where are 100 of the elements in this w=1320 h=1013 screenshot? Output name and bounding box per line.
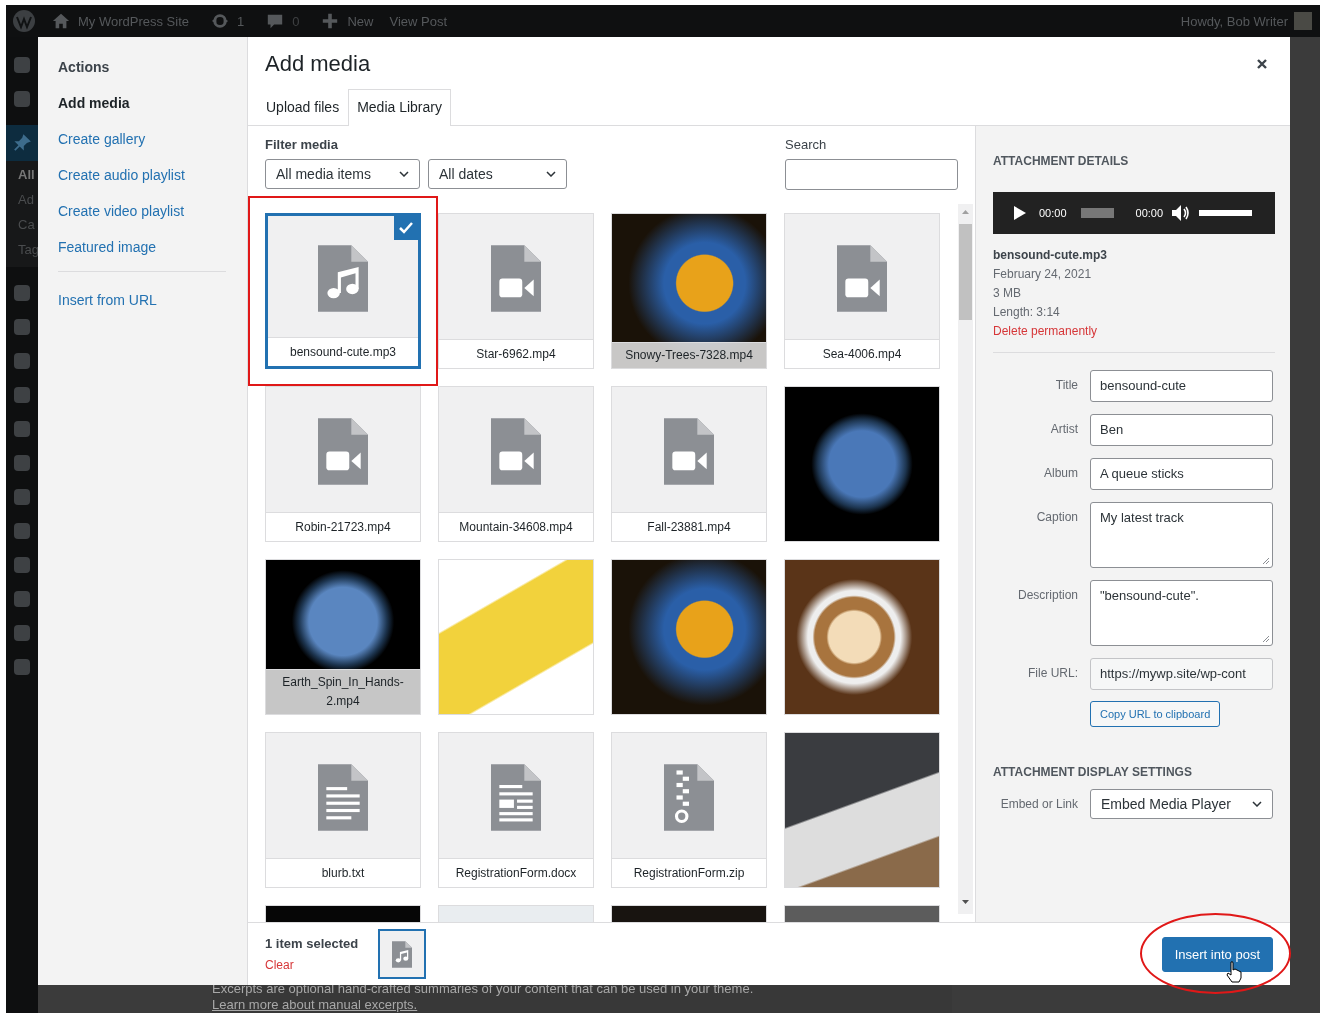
- media-type-select[interactable]: All media items: [265, 159, 420, 189]
- text-field[interactable]: bensound-cute: [1090, 370, 1273, 402]
- text-area[interactable]: "bensound-cute".: [1090, 580, 1273, 646]
- submenu-item[interactable]: All: [18, 167, 38, 182]
- media-tile[interactable]: Snowy-Trees-7328.mp4: [611, 213, 767, 369]
- date-select[interactable]: All dates: [428, 159, 567, 189]
- selection-count: 1 item selected: [265, 936, 359, 951]
- square-icon[interactable]: [14, 523, 30, 539]
- square-icon[interactable]: [14, 489, 30, 505]
- media-tile[interactable]: RegistrationForm.zip: [611, 732, 767, 888]
- audio-file-icon: [318, 245, 368, 312]
- learn-more-link[interactable]: Learn more about manual excerpts.: [212, 997, 418, 1012]
- media-tile[interactable]: blurb.txt: [265, 732, 421, 888]
- media-tile[interactable]: [784, 559, 940, 715]
- duration-time: 00:00: [1135, 207, 1164, 219]
- seek-bar[interactable]: [1080, 208, 1114, 218]
- file-name-caption: RegistrationForm.zip: [612, 858, 766, 887]
- close-icon[interactable]: [1256, 58, 1268, 70]
- embed-select[interactable]: Embed Media Player: [1090, 789, 1273, 819]
- media-tile[interactable]: Robin-21723.mp4: [265, 386, 421, 542]
- play-icon[interactable]: [1013, 205, 1027, 221]
- square-icon[interactable]: [14, 57, 30, 73]
- current-time: 00:00: [1039, 207, 1067, 219]
- insert-button[interactable]: Insert into post: [1161, 936, 1273, 972]
- file-length: Length: 3:14: [993, 304, 1060, 321]
- video-file-icon: [491, 245, 541, 312]
- video-file-icon: [318, 418, 368, 485]
- menu-item[interactable]: Add media: [58, 93, 130, 129]
- file-size: 3 MB: [993, 285, 1021, 302]
- chevron-icon: [1252, 801, 1262, 807]
- section-heading: ATTACHMENT DISPLAY SETTINGS: [993, 765, 1192, 779]
- file-name-caption: Snowy-Trees-7328.mp4: [612, 342, 766, 368]
- file-name-caption: Fall-23881.mp4: [612, 512, 766, 541]
- selected-thumbnail[interactable]: [378, 929, 427, 979]
- checkmark-icon[interactable]: [394, 216, 418, 240]
- field-label: Embed or Link: [999, 796, 1078, 811]
- document-file-icon: [318, 764, 368, 831]
- media-tile[interactable]: RegistrationForm.docx: [438, 732, 594, 888]
- media-tile[interactable]: Fall-23881.mp4: [611, 386, 767, 542]
- active-menu-item[interactable]: [6, 125, 38, 161]
- media-tile[interactable]: Earth_Spin_In_Hands-2.mp4: [265, 559, 421, 715]
- tab[interactable]: Upload files: [257, 89, 349, 125]
- media-tile[interactable]: [784, 386, 940, 542]
- logo-icon[interactable]: [12, 9, 36, 33]
- file-name: bensound-cute.mp3: [993, 247, 1107, 264]
- square-icon[interactable]: [14, 625, 30, 641]
- menu-item[interactable]: Featured image: [58, 237, 157, 273]
- refresh-icon: [211, 12, 229, 30]
- square-icon[interactable]: [14, 319, 30, 335]
- file-name-caption: Earth_Spin_In_Hands-2.mp4: [266, 669, 420, 714]
- square-icon[interactable]: [14, 91, 30, 107]
- section-heading: ATTACHMENT DETAILS: [993, 154, 1129, 168]
- resize-grip-icon[interactable]: [1262, 635, 1270, 643]
- menu-item[interactable]: Insert from URL: [58, 290, 157, 326]
- menu-item[interactable]: Create gallery: [58, 129, 146, 165]
- copy-url-button[interactable]: Copy URL to clipboard: [1090, 701, 1221, 727]
- video-file-icon: [837, 245, 887, 312]
- upload-date: February 24, 2021: [993, 266, 1092, 283]
- square-icon[interactable]: [14, 591, 30, 607]
- avatar-icon[interactable]: [1294, 12, 1312, 30]
- text-field[interactable]: Ben: [1090, 414, 1273, 446]
- file-name-caption: Sea-4006.mp4: [785, 339, 939, 368]
- chevron-icon: [546, 171, 556, 177]
- speaker-icon[interactable]: [1171, 204, 1192, 222]
- scrollbar[interactable]: [958, 204, 973, 914]
- search-field[interactable]: [785, 159, 958, 190]
- menu-heading: Actions: [58, 59, 110, 75]
- tab[interactable]: Media Library: [348, 89, 451, 126]
- media-tile[interactable]: Star-6962.mp4: [438, 213, 594, 369]
- menu-item[interactable]: Create video playlist: [58, 201, 185, 237]
- file-name-caption: Mountain-34608.mp4: [439, 512, 593, 541]
- media-tile[interactable]: Sea-4006.mp4: [784, 213, 940, 369]
- file-name-caption: Star-6962.mp4: [439, 339, 593, 368]
- field-label: Title: [1054, 377, 1078, 392]
- square-icon[interactable]: [14, 455, 30, 471]
- media-tile[interactable]: bensound-cute.mp3: [265, 213, 421, 369]
- text-field[interactable]: A queue sticks: [1090, 458, 1273, 490]
- field-label: Description: [1016, 587, 1078, 602]
- delete-link[interactable]: Delete permanently: [993, 322, 1098, 341]
- field-label: Artist: [1049, 421, 1078, 436]
- square-icon[interactable]: [14, 353, 30, 369]
- file-name-caption: bensound-cute.mp3: [268, 337, 418, 366]
- audio-file-icon: [392, 940, 413, 968]
- menu-item[interactable]: Create audio playlist: [58, 165, 185, 201]
- square-icon[interactable]: [14, 557, 30, 573]
- media-tile[interactable]: [611, 559, 767, 715]
- chevron-icon: [399, 171, 409, 177]
- video-file-icon: [491, 418, 541, 485]
- text-area[interactable]: My latest track: [1090, 502, 1273, 568]
- media-tile[interactable]: [784, 732, 940, 888]
- square-icon[interactable]: [14, 659, 30, 675]
- square-icon[interactable]: [14, 421, 30, 437]
- text-field[interactable]: https://mywp.site/wp-cont: [1090, 658, 1273, 690]
- archive-file-icon: [664, 764, 714, 831]
- clear-link[interactable]: Clear: [265, 958, 359, 972]
- square-icon[interactable]: [14, 285, 30, 301]
- media-tile[interactable]: [438, 559, 594, 715]
- media-tile[interactable]: Mountain-34608.mp4: [438, 386, 594, 542]
- resize-grip-icon[interactable]: [1262, 557, 1270, 565]
- square-icon[interactable]: [14, 387, 30, 403]
